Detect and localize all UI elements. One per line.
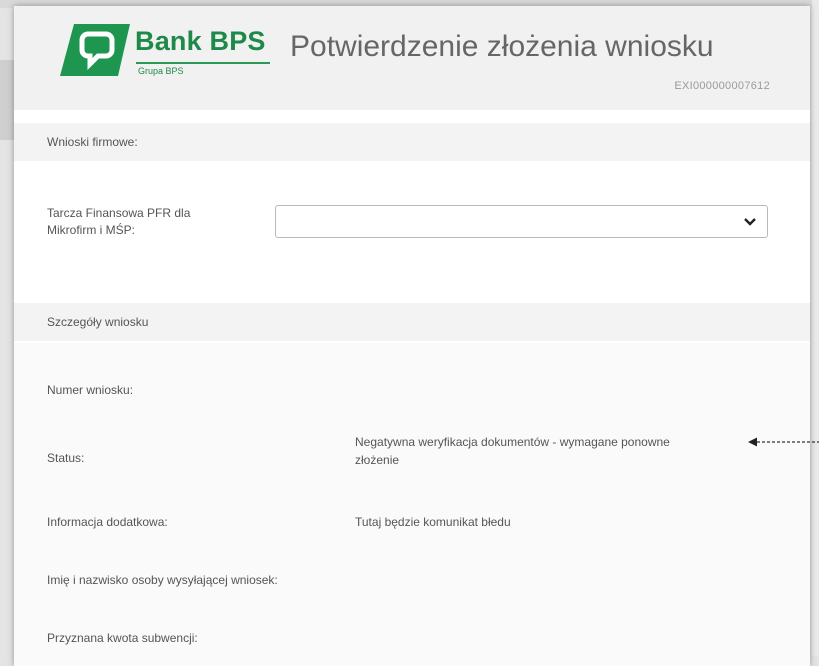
section-header-company: Wnioski firmowe:	[14, 123, 810, 161]
section-heading: Wnioski firmowe:	[47, 135, 138, 149]
status-text-line: złożenie	[355, 453, 400, 467]
label-additional-info: Informacja dodatkowa:	[47, 515, 168, 529]
value-additional-info: Tutaj będzie komunikat błedu	[355, 515, 511, 529]
page-header: Bank BPS Grupa BPS Potwierdzenie złożeni…	[14, 6, 810, 110]
section-heading: Szczegóły wniosku	[47, 315, 149, 329]
brand-underline	[136, 62, 270, 64]
chevron-down-icon	[744, 218, 756, 226]
status-text-line: Negatywna weryfikacja dokumentów - wymag…	[355, 435, 670, 449]
field-label-line: Mikrofirm i MŚP:	[47, 223, 135, 237]
brand-group: Grupa BPS	[138, 66, 184, 76]
application-type-select[interactable]	[275, 205, 768, 238]
background-edge	[0, 60, 14, 140]
details-panel	[14, 343, 810, 666]
value-status: Negatywna weryfikacja dokumentów - wymag…	[355, 433, 755, 469]
reference-number: EXI000000007612	[674, 80, 770, 92]
label-application-number: Numer wniosku:	[47, 383, 134, 397]
arrow-left-icon	[748, 437, 819, 447]
label-sender-name: Imię i nazwisko osoby wysyłającej wniose…	[47, 573, 278, 587]
brand-name: Bank BPS	[135, 26, 266, 56]
bank-bps-logo-icon	[60, 24, 130, 76]
background-edge-right	[812, 0, 819, 656]
field-label-line: Tarcza Finansowa PFR dla	[47, 206, 191, 220]
field-label-tarcza: Tarcza Finansowa PFR dla Mikrofirm i MŚP…	[47, 205, 190, 239]
page-title: Potwierdzenie złożenia wniosku	[290, 30, 714, 63]
bank-logo[interactable]: Bank BPS Grupa BPS	[60, 22, 288, 82]
label-status: Status:	[47, 451, 85, 465]
confirmation-card: Bank BPS Grupa BPS Potwierdzenie złożeni…	[14, 6, 810, 666]
label-subsidy-amount: Przyznana kwota subwencji:	[47, 631, 198, 645]
section-header-details: Szczegóły wniosku	[14, 303, 810, 341]
